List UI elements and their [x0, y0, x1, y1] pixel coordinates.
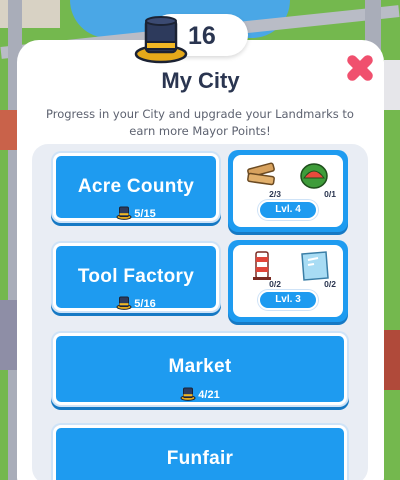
landmark-button-funfair[interactable]: Funfair	[53, 425, 347, 480]
landmark-name: Market	[168, 356, 232, 377]
traffic-barrier-icon	[253, 251, 271, 280]
level-badge: Lvl. 4	[258, 200, 318, 220]
item-count: 0/2	[269, 279, 281, 289]
top-hat-icon	[134, 16, 188, 64]
landmark-name: Acre County	[77, 176, 195, 197]
landmark-level-card-acre-county[interactable]: 2/3 0/1 Lvl. 4	[228, 150, 348, 232]
glass-pane-icon	[301, 251, 329, 281]
mayor-points-count: 16	[188, 22, 216, 50]
landmark-button-acre-county[interactable]: Acre County 5/15	[53, 153, 219, 221]
item-count: 0/1	[324, 189, 336, 199]
item-count: 0/2	[324, 279, 336, 289]
landmark-name: Tool Factory	[77, 266, 195, 287]
landmark-name: Funfair	[166, 448, 234, 469]
level-badge: Lvl. 3	[258, 290, 318, 310]
landmark-progress: 5/15	[134, 208, 156, 220]
top-hat-icon	[116, 206, 132, 220]
watermelon-icon	[300, 163, 328, 189]
page-subtitle: Progress in your City and upgrade your L…	[46, 107, 354, 138]
top-hat-icon	[116, 296, 132, 310]
landmark-progress: 4/21	[198, 389, 220, 401]
landmark-progress: 5/16	[134, 298, 156, 310]
landmark-button-market[interactable]: Market 4/21	[53, 333, 347, 405]
landmark-button-tool-factory[interactable]: Tool Factory 5/16	[53, 243, 219, 311]
page-title: My City	[161, 68, 240, 93]
item-count: 2/3	[269, 189, 281, 199]
landmark-level-card-tool-factory[interactable]: 0/2 0/2 Lvl. 3	[228, 240, 348, 322]
top-hat-icon	[180, 387, 196, 401]
wood-planks-icon	[247, 162, 275, 186]
